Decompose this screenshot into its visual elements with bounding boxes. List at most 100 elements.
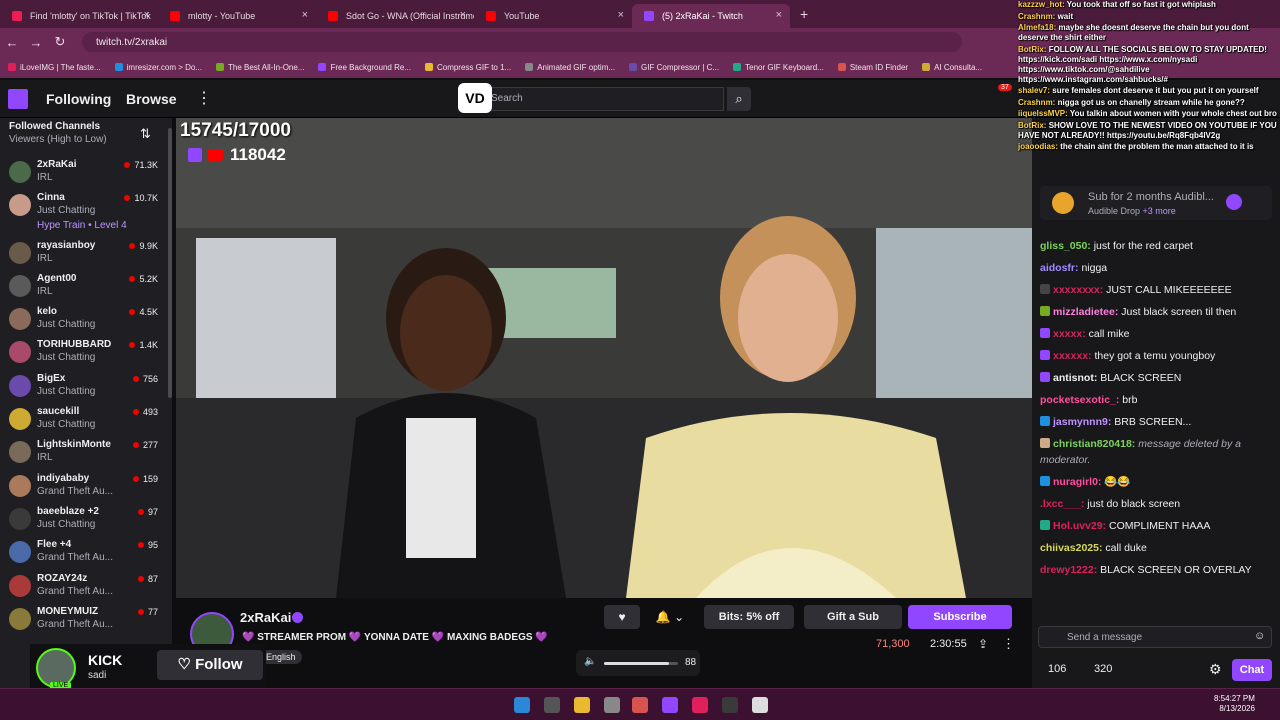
sidebar-channel-item[interactable]: Flee +4 Grand Theft Au... 95 [0, 536, 172, 569]
terminal-icon[interactable] [722, 697, 738, 713]
chat-message[interactable]: xxxxxx: they got a temu youngboy [1040, 348, 1272, 364]
tab-close-icon[interactable]: × [302, 9, 308, 21]
tab-close-icon[interactable]: × [776, 9, 782, 21]
emote-picker-icon[interactable]: ☺ [1254, 630, 1265, 642]
chat-message[interactable]: mizzladietee: Just black screen til then [1040, 304, 1272, 320]
browser-tab[interactable]: YouTube × [474, 4, 632, 28]
file-explorer-icon[interactable] [574, 697, 590, 713]
sidebar-channel-item[interactable]: indiyababy Grand Theft Au... 159 [0, 470, 172, 503]
volume-overlay[interactable]: 🔈 [576, 650, 700, 676]
bits-balance[interactable]: 106 [1048, 663, 1066, 675]
chat-message[interactable]: xxxxxxxx: JUST CALL MIKEEEEEEE [1040, 282, 1272, 298]
start-icon[interactable] [514, 697, 530, 713]
tab-close-icon[interactable]: × [618, 9, 624, 21]
tab-close-icon[interactable]: × [144, 9, 150, 21]
drop-more-link[interactable]: +3 more [1143, 206, 1176, 216]
bookmark-item[interactable]: imresizer.com > Do... [114, 63, 202, 72]
sidebar-channel-item[interactable]: Cinna Just Chatting 10.7K [0, 189, 172, 222]
bookmark-item[interactable]: iLoveIMG | The faste... [8, 63, 101, 72]
search-input[interactable]: Search [462, 87, 724, 111]
sort-icon[interactable]: ⇅ [140, 126, 151, 142]
vd-extension-badge[interactable]: VD [458, 83, 492, 113]
bookmark-item[interactable]: Animated GIF optim... [525, 63, 615, 72]
bits-button[interactable]: Bits: 5% off [704, 605, 794, 629]
reload-icon[interactable]: ↻ [48, 34, 72, 50]
browser-tab[interactable]: Sdot Go - WNA (Official Instrumental)× [316, 4, 474, 28]
chat-username[interactable]: Hol.uvv29: [1053, 520, 1106, 532]
url-field[interactable]: twitch.tv/2xrakai [82, 32, 962, 52]
bookmark-item[interactable]: Free Background Re... [318, 63, 411, 72]
chat-input[interactable]: Send a message [1038, 626, 1272, 648]
chat-message[interactable]: nuragirl0: 😂😂 [1040, 474, 1272, 490]
twitch-logo-icon[interactable] [8, 89, 28, 109]
chat-message[interactable]: aidosfr: nigga [1040, 260, 1272, 276]
chat-username[interactable]: pocketsexotic_: [1040, 394, 1119, 406]
subscribe-button[interactable]: Subscribe [908, 605, 1012, 629]
discord-icon[interactable] [662, 697, 678, 713]
tab-close-icon[interactable]: × [460, 9, 466, 21]
chat-username[interactable]: mizzladietee: [1053, 306, 1118, 318]
more-menu-icon[interactable]: ⋮ [196, 88, 212, 108]
chat-message[interactable]: pocketsexotic_: brb [1040, 392, 1272, 408]
chat-username[interactable]: gliss_050: [1040, 240, 1091, 252]
chat-message[interactable]: .lxcc___: just do black screen [1040, 496, 1272, 512]
video-player[interactable] [176, 118, 1032, 598]
follow-heart-button[interactable]: ♥ [604, 605, 640, 629]
chat-username[interactable]: .lxcc___: [1040, 498, 1084, 510]
volume-track[interactable] [604, 662, 678, 665]
share-icon[interactable]: ⇪ [978, 637, 988, 651]
chat-message[interactable]: jasmynnn9: BRB SCREEN... [1040, 414, 1272, 430]
chat-message[interactable]: drewy1222: BLACK SCREEN OR OVERLAY [1040, 562, 1272, 578]
bookmark-item[interactable]: GIF Compressor | C... [629, 63, 719, 72]
nav-following[interactable]: Following [46, 91, 111, 107]
forward-icon[interactable]: → [24, 35, 48, 50]
sidebar-scrollbar[interactable] [168, 128, 172, 398]
new-tab-icon[interactable]: + [800, 6, 808, 22]
chat-message[interactable]: gliss_050: just for the red carpet [1040, 238, 1272, 254]
chat-username[interactable]: xxxxx: [1053, 328, 1086, 340]
sidebar-channel-item[interactable]: BigEx Just Chatting 756 [0, 370, 172, 403]
browser-tab[interactable]: (5) 2xRaKai - Twitch × [632, 4, 790, 28]
chat-settings-icon[interactable]: ⚙ [1209, 661, 1222, 678]
sidebar-channel-item[interactable]: TORIHUBBARD Just Chatting 1.4K [0, 336, 172, 369]
bookmark-item[interactable]: Steam ID Finder [837, 63, 908, 72]
chat-username[interactable]: nuragirl0: [1053, 476, 1101, 488]
sidebar-channel-item[interactable]: saucekill Just Chatting 493 [0, 403, 172, 436]
chat-message[interactable]: chiivas2025: call duke [1040, 540, 1272, 556]
channel-points[interactable]: 320 [1094, 663, 1112, 675]
bookmark-item[interactable]: Compress GIF to 1... [424, 63, 511, 72]
language-tag[interactable]: English [260, 650, 302, 664]
chat-username[interactable]: xxxxxx: [1053, 350, 1092, 362]
chat-message[interactable]: xxxxx: call mike [1040, 326, 1272, 342]
notification-bell-icon[interactable]: 🔔 ⌄ [650, 605, 690, 629]
chat-username[interactable]: chiivas2025: [1040, 542, 1102, 554]
system-clock[interactable]: 8:54:27 PM 8/13/2026 [1214, 694, 1255, 714]
sidebar-channel-item[interactable]: kelo Just Chatting 4.5K [0, 303, 172, 336]
sidebar-channel-item[interactable]: baeeblaze +2 Just Chatting 97 [0, 503, 172, 536]
notification-count[interactable]: 37 [998, 84, 1012, 91]
sidebar-channel-item[interactable]: rayasianboy IRL 9.9K [0, 237, 172, 270]
streamer-name[interactable]: 2xRaKai [240, 610, 291, 625]
sidebar-channel-item[interactable]: LightskinMonte IRL 277 [0, 436, 172, 469]
kick-follow-button[interactable]: ♡ Follow [157, 650, 263, 680]
search-icon[interactable]: ⌕ [727, 87, 751, 111]
chrome-icon[interactable] [632, 697, 648, 713]
sidebar-channel-item[interactable]: ROZAY24z Grand Theft Au... 87 [0, 570, 172, 603]
more-options-icon[interactable]: ⋮ [1002, 636, 1015, 652]
back-icon[interactable]: ← [0, 35, 24, 50]
chat-send-button[interactable]: Chat [1232, 659, 1272, 681]
chat-username[interactable]: jasmynnn9: [1053, 416, 1111, 428]
taskbar-search-icon[interactable] [544, 697, 560, 713]
chat-username[interactable]: xxxxxxxx: [1053, 284, 1103, 296]
chat-username[interactable]: aidosfr: [1040, 262, 1079, 274]
browser-tab[interactable]: mlotty - YouTube × [158, 4, 316, 28]
bookmark-item[interactable]: The Best All-In-One... [216, 63, 304, 72]
spotify-icon[interactable] [692, 697, 708, 713]
bookmark-item[interactable]: AI Consulta... [922, 63, 982, 72]
nav-browse[interactable]: Browse [126, 91, 177, 107]
app-icon[interactable] [604, 697, 620, 713]
gift-sub-button[interactable]: Gift a Sub [804, 605, 902, 629]
browser-tab[interactable]: Find 'mlotty' on TikTok | TikTok × [0, 4, 158, 28]
sidebar-channel-item[interactable]: MONEYMUIZ Grand Theft Au... 77 [0, 603, 172, 636]
sidebar-channel-item[interactable]: 2xRaKai IRL 71.3K [0, 156, 172, 189]
